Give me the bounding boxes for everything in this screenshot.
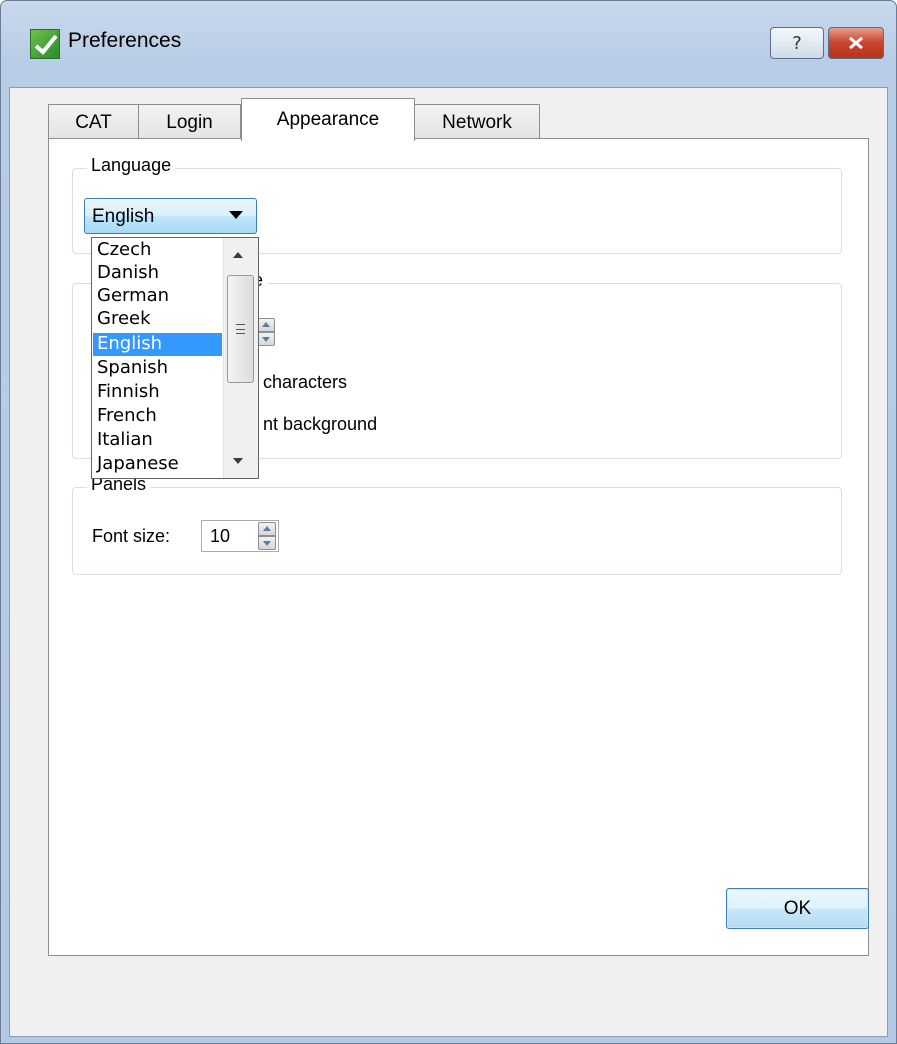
spin-down-icon[interactable] bbox=[257, 332, 275, 346]
language-option[interactable]: Danish bbox=[93, 262, 222, 285]
help-icon: ? bbox=[792, 32, 802, 54]
language-option[interactable]: Czech bbox=[93, 239, 222, 262]
ok-button[interactable]: OK bbox=[726, 888, 869, 929]
spin-up-icon[interactable] bbox=[257, 318, 275, 332]
dropdown-scrollbar[interactable] bbox=[223, 238, 258, 478]
preferences-window: Preferences ? CAT Login Appearance Netwo… bbox=[0, 0, 897, 1044]
font-size-spinner[interactable] bbox=[258, 522, 276, 550]
close-button[interactable] bbox=[828, 27, 884, 59]
language-option[interactable]: Italian bbox=[93, 429, 222, 452]
characters-option-label[interactable]: characters bbox=[263, 372, 347, 393]
title-bar: Preferences ? bbox=[1, 1, 896, 87]
font-size-value: 10 bbox=[210, 526, 231, 546]
scrollbar-thumb[interactable] bbox=[227, 275, 254, 383]
tab-network[interactable]: Network bbox=[414, 104, 540, 140]
app-logo-icon bbox=[30, 29, 60, 59]
tab-login[interactable]: Login bbox=[138, 104, 241, 140]
editor-font-size-spinner[interactable] bbox=[257, 318, 275, 346]
tab-appearance[interactable]: Appearance bbox=[241, 98, 415, 141]
language-select-value: English bbox=[92, 206, 155, 227]
grip-icon bbox=[236, 324, 245, 334]
tab-cat[interactable]: CAT bbox=[48, 104, 139, 140]
spin-up-icon[interactable] bbox=[258, 522, 276, 536]
language-option[interactable]: Spanish bbox=[93, 357, 222, 380]
language-option[interactable]: German bbox=[93, 285, 222, 308]
background-option-label[interactable]: nt background bbox=[263, 414, 377, 435]
chevron-down-icon bbox=[229, 211, 243, 219]
window-title: Preferences bbox=[68, 29, 182, 52]
help-button[interactable]: ? bbox=[770, 27, 824, 59]
language-dropdown-list[interactable]: Czech Danish German Greek English Spanis… bbox=[91, 237, 259, 479]
language-legend: Language bbox=[87, 155, 176, 176]
language-option[interactable]: Japanese bbox=[93, 453, 222, 476]
language-option[interactable]: Greek bbox=[93, 308, 222, 331]
spin-down-icon[interactable] bbox=[258, 536, 276, 550]
language-option[interactable]: Finnish bbox=[93, 381, 222, 404]
font-size-input[interactable]: 10 bbox=[201, 520, 279, 552]
scroll-down-icon[interactable] bbox=[233, 458, 243, 464]
language-option-selected[interactable]: English bbox=[93, 333, 222, 356]
scroll-up-icon[interactable] bbox=[233, 252, 243, 258]
font-size-label: Font size: bbox=[92, 526, 171, 546]
language-option[interactable]: French bbox=[93, 405, 222, 428]
close-icon bbox=[849, 36, 863, 50]
language-select[interactable]: English bbox=[84, 198, 257, 234]
panels-group: Panels bbox=[72, 474, 842, 575]
